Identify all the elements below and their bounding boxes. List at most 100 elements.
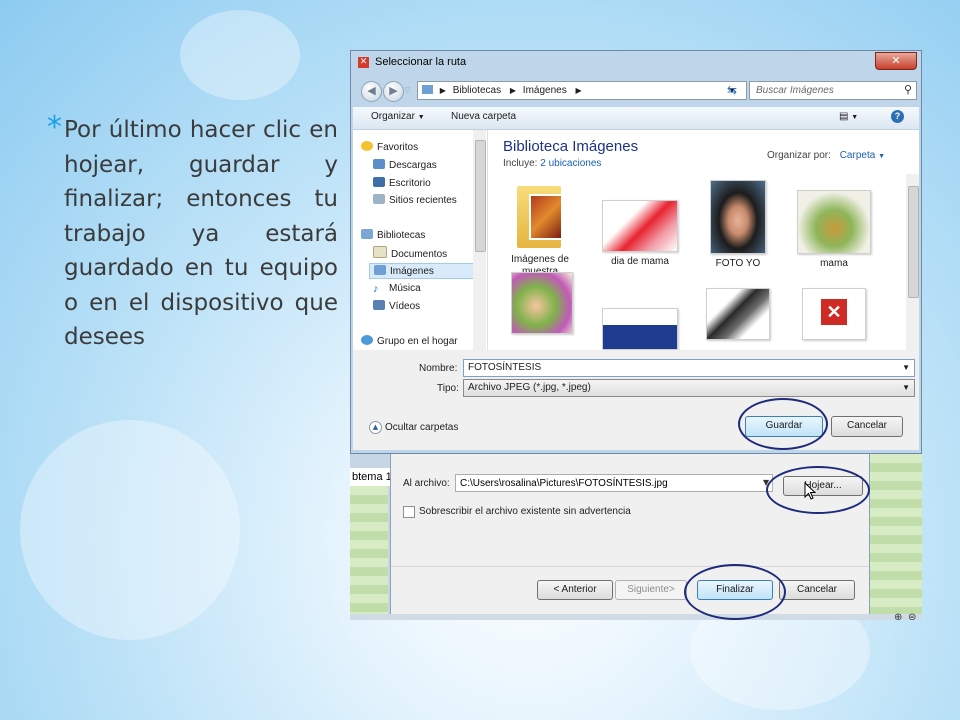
sidebar-item-label: Descargas xyxy=(389,160,437,171)
sidebar-item-recent[interactable]: Sitios recientes xyxy=(373,193,457,209)
sidebar-item-desktop[interactable]: Escritorio xyxy=(373,176,431,192)
sidebar-item-images[interactable]: Imágenes xyxy=(369,263,475,279)
view-options-icon[interactable]: ▤ ▼ xyxy=(839,111,858,122)
arrange-dropdown[interactable]: Carpeta ▼ xyxy=(840,150,885,161)
list-item[interactable]: FOTO YO xyxy=(695,180,781,270)
background-bokeh xyxy=(20,420,240,640)
sidebar-item-label: Vídeos xyxy=(389,301,421,312)
save-fields: Nombre: FOTOSÍNTESIS ▼ Tipo: Archivo JPE… xyxy=(353,350,919,450)
slide-bullet-text: * Por último hacer clic en hojear, guard… xyxy=(47,110,338,355)
dialog-titlebar: ✕ Seleccionar la ruta ✕ xyxy=(351,51,921,73)
wizard-cancel-button[interactable]: Cancelar xyxy=(779,580,855,600)
breadcrumb-chevron-icon: ▶ xyxy=(575,86,582,95)
pictures-icon xyxy=(374,265,386,275)
forward-arrow-icon[interactable]: ▶ xyxy=(383,81,404,102)
overwrite-label: Sobrescribir el archivo existente sin ad… xyxy=(419,506,631,517)
list-item[interactable]: ✕ xyxy=(791,272,877,344)
search-icon[interactable]: ⚲ xyxy=(904,82,912,99)
file-name-input[interactable]: FOTOSÍNTESIS ▼ xyxy=(463,359,915,377)
thumbnail-label: FOTO YO xyxy=(715,258,761,269)
sidebar-item-label: Bibliotecas xyxy=(377,230,426,241)
file-name-value: FOTOSÍNTESIS xyxy=(468,362,542,373)
new-folder-button[interactable]: Nueva carpeta xyxy=(451,111,516,122)
hide-folders-toggle[interactable]: Ocultar carpetas xyxy=(385,422,458,433)
sidebar-item-homegroup[interactable]: Grupo en el hogar xyxy=(361,334,458,350)
sidebar-item-music[interactable]: ♪ Música xyxy=(373,281,421,297)
star-icon xyxy=(361,141,373,151)
download-folder-icon xyxy=(373,159,385,169)
chevron-down-icon[interactable]: ▼ xyxy=(902,360,910,376)
includes-label: Incluye: xyxy=(503,158,538,169)
history-dropdown-icon[interactable]: ▽ xyxy=(405,86,410,94)
file-type-select[interactable]: Archivo JPEG (*.jpg, *.jpeg) ▼ xyxy=(463,379,915,397)
library-icon xyxy=(422,85,433,94)
list-item[interactable]: dia de mama xyxy=(597,180,683,268)
sidebar-item-label: Grupo en el hogar xyxy=(377,336,458,347)
address-bar[interactable]: ▶ Bibliotecas ▶ Imágenes ▶ ▼ xyxy=(417,81,747,100)
command-toolbar: Organizar ▼ Nueva carpeta ▤ ▼ ? xyxy=(353,107,919,130)
back-arrow-icon[interactable]: ◀ xyxy=(361,81,382,102)
chevron-up-icon[interactable]: ▲ xyxy=(369,421,382,434)
cancel-button[interactable]: Cancelar xyxy=(831,416,903,437)
scrollbar-thumb[interactable] xyxy=(908,186,919,298)
close-button[interactable]: ✕ xyxy=(875,52,917,70)
list-item[interactable]: Imágenes de muestra xyxy=(497,180,583,278)
help-icon[interactable]: ? xyxy=(891,110,904,123)
chevron-down-icon: ▼ xyxy=(417,114,425,121)
spreadsheet-grid-left xyxy=(350,486,388,614)
sidebar-item-documents[interactable]: Documentos xyxy=(373,246,447,262)
zoom-in-icon[interactable]: ⊕ xyxy=(894,612,902,620)
file-name-label: Nombre: xyxy=(419,363,458,374)
dialog-title: Seleccionar la ruta xyxy=(375,56,467,68)
breadcrumb-item-images[interactable]: Imágenes xyxy=(523,85,567,96)
sidebar-item-favorites[interactable]: Favoritos xyxy=(361,140,418,156)
image-thumbnail xyxy=(602,308,678,350)
sidebar-scrollbar[interactable] xyxy=(473,130,486,350)
image-thumbnail xyxy=(511,272,573,334)
search-placeholder: Buscar Imágenes xyxy=(756,85,834,96)
image-thumbnail xyxy=(602,200,678,252)
spreadsheet-grid-right xyxy=(870,454,922,614)
screenshot-composite: btema 1 Al archivo: C:\Users\rosalina\Pi… xyxy=(350,50,922,620)
list-item[interactable] xyxy=(597,272,683,350)
sidebar-item-label: Sitios recientes xyxy=(389,195,457,206)
dialog-body: Favoritos Descargas Escritorio Sitios re… xyxy=(353,130,919,350)
app-logo-icon: ✕ xyxy=(821,299,847,325)
video-icon xyxy=(373,300,385,310)
scrollbar-thumb[interactable] xyxy=(475,140,486,252)
file-list: Biblioteca Imágenes Incluye: 2 ubicacion… xyxy=(489,130,919,350)
chevron-down-icon: ▼ xyxy=(878,153,885,160)
file-path-input[interactable]: C:\Users\rosalina\Pictures\FOTOSÍNTESIS.… xyxy=(455,474,773,492)
sidebar-item-label: Favoritos xyxy=(377,142,419,153)
overwrite-checkbox[interactable] xyxy=(403,506,415,518)
statusbar: ⊕ ⊜ xyxy=(350,612,922,620)
library-title: Biblioteca Imágenes xyxy=(503,138,639,155)
breadcrumb-chevron-icon: ▶ xyxy=(509,86,517,95)
sidebar-item-label: Documentos xyxy=(391,249,448,260)
sidebar-item-downloads[interactable]: Descargas xyxy=(373,158,437,174)
locations-link[interactable]: 2 ubicaciones xyxy=(540,158,601,169)
wizard-tab-label: btema 1 xyxy=(350,468,392,486)
navigation-row: ◀ ▶ ▽ ▶ Bibliotecas ▶ Imágenes ▶ ▼ ⇆ Bus… xyxy=(351,75,921,105)
list-item[interactable] xyxy=(695,272,781,344)
refresh-icon[interactable]: ⇆ xyxy=(721,81,743,100)
homegroup-icon xyxy=(361,335,373,345)
sidebar-item-videos[interactable]: Vídeos xyxy=(373,299,420,315)
breadcrumb-item-libraries[interactable]: Bibliotecas xyxy=(453,85,501,96)
options-icon[interactable]: ⊜ xyxy=(908,612,916,620)
list-item[interactable]: mama xyxy=(791,180,877,270)
save-dialog: ✕ Seleccionar la ruta ✕ ◀ ▶ ▽ ▶ Bibliote… xyxy=(350,50,922,454)
previous-button[interactable]: < Anterior xyxy=(537,580,613,600)
bullet-asterisk: * xyxy=(47,110,62,145)
next-button: Siguiente> xyxy=(615,580,687,600)
organize-button[interactable]: Organizar ▼ xyxy=(371,111,425,122)
search-input[interactable]: Buscar Imágenes ⚲ xyxy=(749,81,917,100)
list-item[interactable] xyxy=(499,272,585,338)
arrange-by: Organizar por: Carpeta ▼ xyxy=(767,150,885,161)
music-note-icon: ♪ xyxy=(373,283,379,295)
file-type-label: Tipo: xyxy=(437,383,459,394)
file-label: Al archivo: xyxy=(403,478,450,489)
content-scrollbar[interactable] xyxy=(906,174,919,350)
sidebar-item-libraries[interactable]: Bibliotecas xyxy=(361,228,425,244)
sidebar-item-label: Música xyxy=(389,283,421,294)
